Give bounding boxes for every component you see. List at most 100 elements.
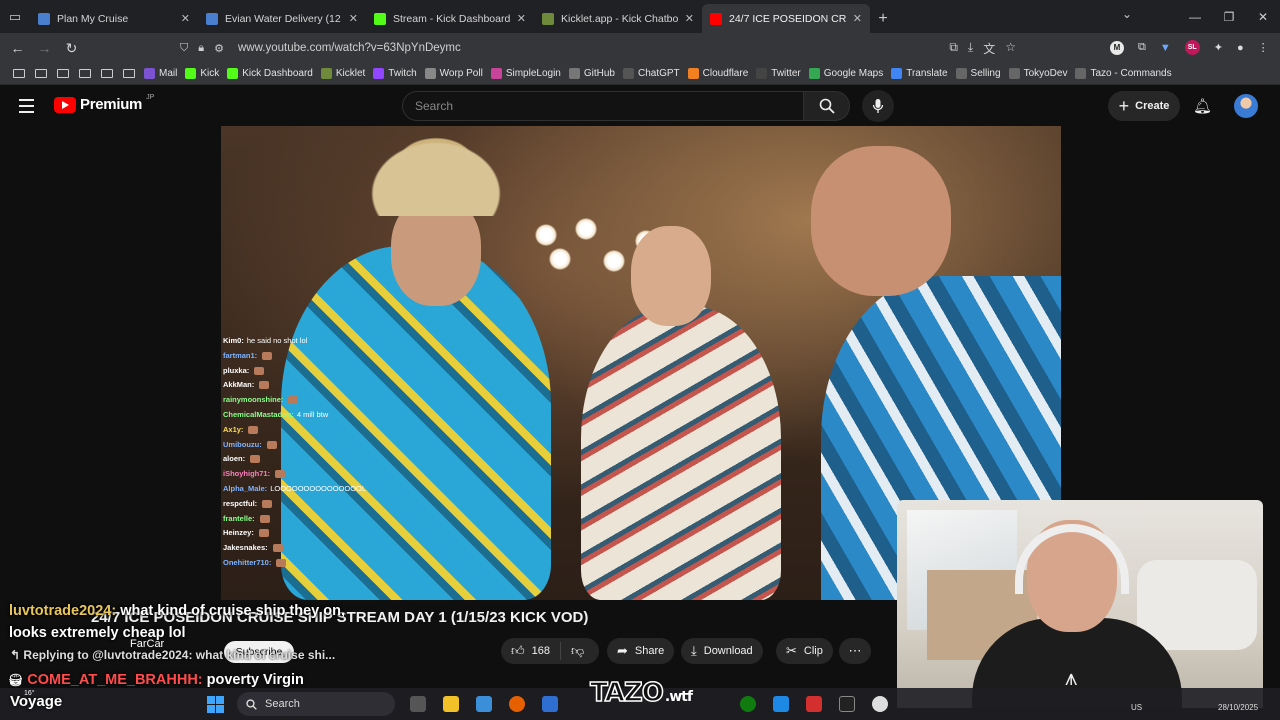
bookmark-item[interactable]: ChatGPT <box>619 68 684 79</box>
bookmark-item[interactable]: Worp Poll <box>421 68 487 79</box>
weather-label: Voyage <box>10 693 63 710</box>
bookmark-item[interactable]: Cloudflare <box>684 68 753 79</box>
bookmark-item[interactable]: TokyoDev <box>1005 68 1072 79</box>
store-icon[interactable] <box>542 696 558 712</box>
extension-sl-icon[interactable]: SL <box>1184 40 1200 55</box>
tab-close-icon[interactable]: ✕ <box>349 12 358 25</box>
file-explorer-icon[interactable] <box>443 696 459 712</box>
chrome-icon[interactable] <box>872 696 888 712</box>
stream-chat-line: AkkMan: <box>223 378 393 393</box>
keyboard-language[interactable]: US <box>1131 703 1142 712</box>
emote-icon <box>254 366 265 375</box>
restore-button[interactable]: ❐ <box>1212 0 1246 33</box>
tab-close-icon[interactable]: ✕ <box>517 12 526 25</box>
bookmark-item[interactable]: Twitch <box>369 68 420 79</box>
bookmark-item[interactable]: Google Maps <box>805 68 887 79</box>
tab-search-chevron-icon[interactable]: ⌄ <box>1122 7 1132 21</box>
bookmark-item[interactable]: GitHub <box>565 68 619 79</box>
share-button[interactable]: ➦ Share <box>607 638 675 664</box>
bookmark-label: Kick Dashboard <box>242 68 313 79</box>
firefox-icon[interactable] <box>509 696 525 712</box>
folder-icon[interactable] <box>13 69 25 78</box>
folder-icon[interactable] <box>35 69 47 78</box>
site-settings-icon[interactable]: ⚙ <box>214 42 224 55</box>
folder-icon[interactable] <box>79 69 91 78</box>
reload-button[interactable]: ↻ <box>58 33 85 63</box>
stream-chat-text: 4 mill btw <box>296 409 329 419</box>
browser-tab[interactable]: Plan My Cruise ✕ <box>30 4 198 33</box>
forward-button[interactable]: → <box>31 33 58 63</box>
bookmark-item[interactable]: Kick Dashboard <box>223 68 317 79</box>
epic-games-icon[interactable] <box>839 696 855 712</box>
install-icon[interactable]: ⤓ <box>968 40 973 57</box>
bookmark-item[interactable]: Kicklet <box>317 68 369 79</box>
bookmark-item[interactable]: Selling <box>952 68 1005 79</box>
search-button[interactable] <box>804 91 850 121</box>
clip-button[interactable]: ✂ Clip <box>776 638 833 664</box>
create-label: Create <box>1135 100 1170 112</box>
folder-icon[interactable] <box>123 69 135 78</box>
close-window-button[interactable]: ✕ <box>1246 0 1280 33</box>
tab-close-icon[interactable]: ✕ <box>685 12 694 25</box>
user-avatar[interactable] <box>1234 94 1258 118</box>
extension-shield-icon[interactable]: ▼ <box>1160 42 1171 54</box>
task-view-icon[interactable] <box>410 696 426 712</box>
xbox-icon[interactable] <box>740 696 756 712</box>
back-button[interactable]: ← <box>4 33 31 63</box>
app-icon[interactable] <box>773 696 789 712</box>
youtube-play-icon <box>54 96 76 113</box>
profile-icon[interactable]: ● <box>1237 42 1244 54</box>
browser-tab[interactable]: Stream - Kick Dashboard ✕ <box>366 4 534 33</box>
bookmark-item[interactable]: Kick <box>181 68 223 79</box>
thumbs-up-icon: 👍︎ <box>511 643 525 658</box>
more-actions-button[interactable]: ⋯ <box>839 638 871 664</box>
url-text[interactable]: www.youtube.com/watch?v=63NpYnDeymc <box>238 42 461 54</box>
create-button[interactable]: + Create <box>1108 91 1180 121</box>
notifications-bell-icon[interactable]: 🔔︎ <box>1193 97 1212 115</box>
tab-favicon-icon <box>374 12 386 25</box>
stream-chat-line: Umibouzu: <box>223 438 393 453</box>
browser-tab[interactable]: Evian Water Delivery (12 or 24 B ✕ <box>198 4 366 33</box>
scissors-icon: ✂ <box>786 643 797 658</box>
youtube-premium-logo[interactable]: Premium JP <box>54 94 154 113</box>
search-input[interactable]: Search <box>402 91 804 121</box>
like-button[interactable]: 👍︎ 168 <box>501 642 561 660</box>
stream-chat-line: fartman1: <box>223 349 393 364</box>
voice-search-button[interactable] <box>862 90 894 122</box>
bookmark-star-icon[interactable]: ☆ <box>1005 40 1016 57</box>
menu-icon[interactable] <box>19 99 34 117</box>
bookmark-item[interactable]: Translate <box>887 68 951 79</box>
lock-icon[interactable]: 🔒︎ <box>198 42 204 55</box>
tab-close-icon[interactable]: ✕ <box>853 12 862 25</box>
extension-puzzle-icon[interactable]: ⧉ <box>1138 41 1146 54</box>
dislike-button[interactable]: 👎︎ <box>561 643 594 659</box>
browser-tab[interactable]: 24/7 ICE POSEIDON CRUISE ✕ <box>702 4 870 33</box>
download-button[interactable]: ⤓ Download <box>681 638 763 664</box>
stream-chat-overlay: Kim0: he said no shot lol fartman1: pluxka:… <box>223 334 393 571</box>
extension-m-icon[interactable]: M <box>1110 40 1124 55</box>
browser-tab[interactable]: Kicklet.app - Kick Chatbot and C ✕ <box>534 4 702 33</box>
copilot-icon[interactable] <box>476 696 492 712</box>
address-bar[interactable]: ⛉ 🔒︎ ⚙ www.youtube.com/watch?v=63NpYnDey… <box>170 36 1024 60</box>
taskbar-search[interactable]: Search <box>237 692 395 716</box>
browser-menu-icon[interactable]: ⋮ <box>1258 41 1269 54</box>
new-tab-button[interactable]: + <box>870 4 896 33</box>
bookmark-item[interactable]: Twitter <box>752 68 804 79</box>
shield-icon: ⛉ <box>180 41 189 54</box>
tab-close-icon[interactable]: ✕ <box>181 12 190 25</box>
tab-actions-icon[interactable]: ▭ <box>0 0 30 33</box>
bookmark-item[interactable]: Tazo - Commands <box>1071 68 1175 79</box>
picture-in-picture-icon[interactable]: ⧉ <box>949 40 958 57</box>
extensions-menu-icon[interactable]: ✦ <box>1214 41 1223 54</box>
folder-icon[interactable] <box>101 69 113 78</box>
taskbar-date[interactable]: 28/10/2025 <box>1218 703 1258 712</box>
folder-icon[interactable] <box>57 69 69 78</box>
bookmark-item[interactable]: SimpleLogin <box>487 68 565 79</box>
app-icon[interactable] <box>806 696 822 712</box>
stream-chat-line: Jakesnakes: <box>223 541 393 556</box>
translate-icon[interactable]: 文 <box>983 40 995 57</box>
share-label: Share <box>634 645 665 657</box>
bookmark-item[interactable]: Mail <box>140 68 181 79</box>
windows-start-icon[interactable] <box>207 696 224 713</box>
minimize-button[interactable]: — <box>1178 0 1212 33</box>
